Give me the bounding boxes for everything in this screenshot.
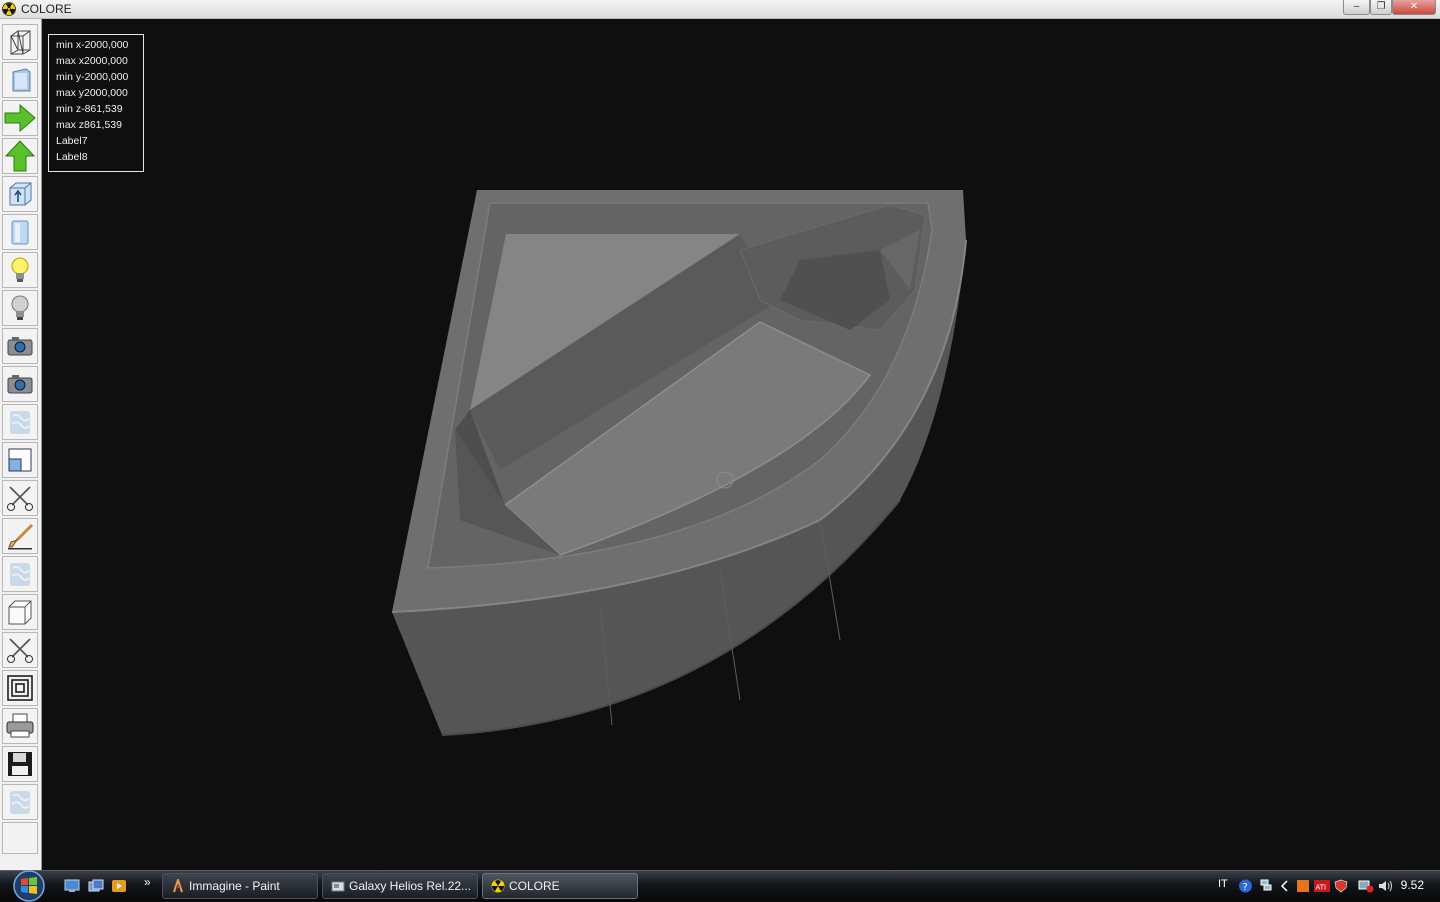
brush-tool-button[interactable] xyxy=(2,518,38,554)
left-toolbar xyxy=(0,19,42,870)
box-up-icon xyxy=(9,182,32,206)
brush-icon xyxy=(8,523,34,550)
corner-bathtub-3d-model[interactable] xyxy=(42,19,1440,870)
task-galaxy-helios[interactable]: Galaxy Helios Rel.22... xyxy=(322,873,478,899)
security-shield-icon[interactable] xyxy=(1334,879,1348,893)
window-tool-button[interactable] xyxy=(2,442,38,478)
wireframe-icon xyxy=(10,30,31,55)
3d-viewport[interactable] xyxy=(42,19,1440,870)
window-icon xyxy=(8,448,32,472)
solid-view-icon xyxy=(12,68,31,92)
printer-icon xyxy=(6,713,34,738)
camera-tool-button[interactable] xyxy=(2,328,38,364)
scissors-2-tool-button[interactable] xyxy=(2,632,38,668)
label7: Label7 xyxy=(56,135,88,147)
camera-icon xyxy=(7,375,33,394)
network-icon[interactable] xyxy=(1260,879,1272,893)
lightbulb-on-icon xyxy=(11,257,29,282)
save-tool-button[interactable] xyxy=(2,746,38,782)
cylinder-icon xyxy=(11,220,29,245)
restore-button[interactable]: ❐ xyxy=(1370,0,1392,15)
arrow-up-icon xyxy=(4,140,36,172)
camera-2-tool-button[interactable] xyxy=(2,366,38,402)
texture-3-tool-button[interactable] xyxy=(2,784,38,820)
task-label: Immagine - Paint xyxy=(189,879,280,893)
title-bar: COLORE – ❐ ✕ xyxy=(0,0,1440,19)
max-z-label: max z861,539 xyxy=(56,119,122,131)
ati-icon[interactable]: ATI xyxy=(1314,879,1330,893)
light-off-tool-button[interactable] xyxy=(2,290,38,326)
label8: Label8 xyxy=(56,151,88,163)
lightbulb-off-icon xyxy=(11,295,29,320)
language-indicator[interactable]: IT xyxy=(1218,878,1228,890)
volume-icon[interactable] xyxy=(1377,879,1393,893)
cube-tool-button[interactable] xyxy=(2,594,38,630)
wireframe-tool-button[interactable] xyxy=(2,24,38,60)
taskbar: » Immagine - Paint Galaxy Helios Rel.22.… xyxy=(0,870,1440,902)
bounds-info-panel: min x-2000,000 max x2000,000 min y-2000,… xyxy=(48,34,144,172)
clock[interactable]: 9.52 xyxy=(1401,878,1424,892)
texture-icon xyxy=(10,791,30,814)
arrow-up-tool-button[interactable] xyxy=(2,138,38,174)
concentric-squares-tool-button[interactable] xyxy=(2,670,38,706)
radiation-icon xyxy=(491,879,505,893)
printer-tool-button[interactable] xyxy=(2,708,38,744)
min-x-label: min x-2000,000 xyxy=(56,39,129,51)
expand-tray-icon[interactable] xyxy=(1279,879,1289,893)
paint-icon xyxy=(173,879,183,893)
scissors-icon xyxy=(7,638,33,663)
empty-tool-slot xyxy=(2,822,38,854)
min-y-label: min y-2000,000 xyxy=(56,71,129,83)
radiation-icon xyxy=(2,2,16,16)
app-icon xyxy=(331,881,345,892)
arrow-right-tool-button[interactable] xyxy=(2,100,38,136)
floppy-save-icon xyxy=(8,752,32,776)
svg-text:?: ? xyxy=(1243,882,1248,893)
help-icon[interactable]: ? xyxy=(1238,879,1253,893)
texture-2-tool-button[interactable] xyxy=(2,556,38,592)
task-label: Galaxy Helios Rel.22... xyxy=(349,879,472,893)
texture-icon xyxy=(10,411,30,434)
scissors-icon xyxy=(7,486,33,511)
task-colore[interactable]: COLORE xyxy=(482,873,638,899)
camera-icon xyxy=(7,337,33,356)
light-on-tool-button[interactable] xyxy=(2,252,38,288)
show-desktop-icon[interactable] xyxy=(64,879,80,893)
max-y-label: max y2000,000 xyxy=(56,87,128,99)
start-button[interactable] xyxy=(8,870,50,902)
media-player-icon[interactable] xyxy=(111,879,127,893)
tray-app-icon[interactable] xyxy=(1296,879,1310,893)
svg-text:ATI: ATI xyxy=(1316,884,1327,892)
network-status-icon[interactable] xyxy=(1358,879,1374,893)
task-paint[interactable]: Immagine - Paint xyxy=(162,873,318,899)
close-button[interactable]: ✕ xyxy=(1392,0,1436,15)
cylinder-tool-button[interactable] xyxy=(2,214,38,250)
quick-launch-overflow[interactable]: » xyxy=(144,875,151,889)
box-up-tool-button[interactable] xyxy=(2,176,38,212)
solid-view-tool-button[interactable] xyxy=(2,62,38,98)
window-title: COLORE xyxy=(21,2,72,16)
texture-icon xyxy=(10,563,30,586)
texture-tool-button[interactable] xyxy=(2,404,38,440)
switch-windows-icon[interactable] xyxy=(88,879,104,893)
max-x-label: max x2000,000 xyxy=(56,55,128,67)
concentric-squares-icon xyxy=(7,675,33,701)
min-z-label: min z-861,539 xyxy=(56,103,123,115)
minimize-button[interactable]: – xyxy=(1343,0,1370,15)
arrow-right-icon xyxy=(4,103,36,133)
scissors-tool-button[interactable] xyxy=(2,480,38,516)
cube-icon xyxy=(8,600,32,625)
task-label: COLORE xyxy=(509,879,560,893)
